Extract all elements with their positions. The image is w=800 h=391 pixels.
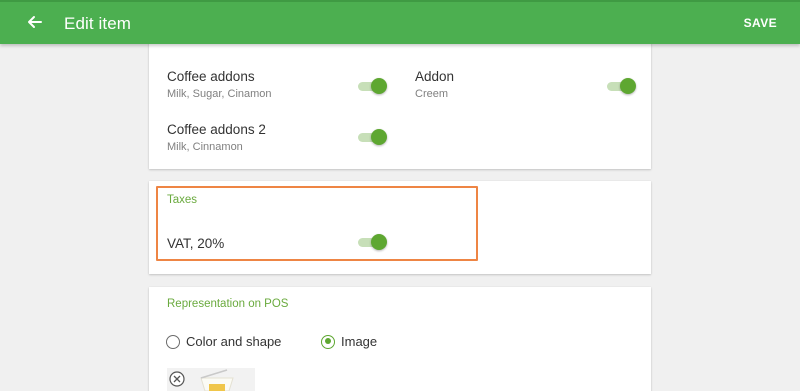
radio-color-and-shape[interactable]: Color and shape xyxy=(166,334,281,349)
radio-label: Color and shape xyxy=(186,334,282,349)
modifier-name: Coffee addons 2 xyxy=(167,122,266,137)
page-title: Edit item xyxy=(64,14,132,33)
radio-label: Image xyxy=(341,334,378,349)
modifier-description: Milk, Cinnamon xyxy=(167,141,243,153)
item-image-preview[interactable] xyxy=(167,368,255,391)
modifier-description: Milk, Sugar, Cinamon xyxy=(167,88,272,100)
remove-image-icon[interactable] xyxy=(169,371,185,387)
taxes-section-title: Taxes xyxy=(167,194,198,206)
tax-toggle-vat[interactable] xyxy=(358,233,387,251)
radio-button-selected xyxy=(321,334,335,349)
modifier-toggle-addon[interactable] xyxy=(607,77,636,95)
radio-button xyxy=(166,334,180,349)
back-button[interactable] xyxy=(18,6,50,38)
app-bar: Edit item SAVE xyxy=(0,0,800,44)
representation-section-title: Representation on POS xyxy=(167,298,289,310)
arrow-back-icon xyxy=(28,16,42,28)
modifier-toggle-coffee-addons-2[interactable] xyxy=(358,128,387,146)
modifier-name: Coffee addons xyxy=(167,69,255,84)
save-button[interactable]: SAVE xyxy=(744,16,777,30)
radio-image[interactable]: Image xyxy=(321,334,377,349)
tax-name: VAT, 20% xyxy=(167,236,225,251)
modifier-description: Creem xyxy=(415,88,449,100)
modifier-toggle-coffee-addons[interactable] xyxy=(358,77,387,95)
modifier-name: Addon xyxy=(415,69,455,84)
taxes-card: Taxes VAT, 20% xyxy=(149,181,651,274)
